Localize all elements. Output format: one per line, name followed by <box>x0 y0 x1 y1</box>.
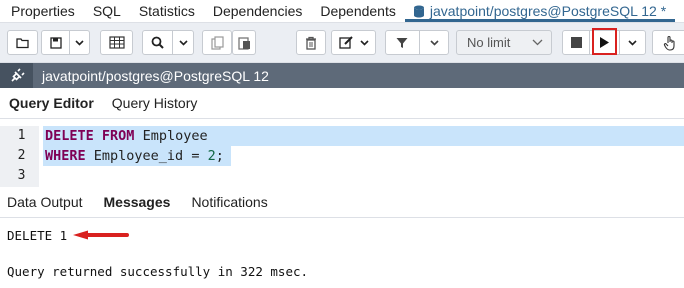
code-line-2[interactable]: WHERE Employee_id = 2; <box>43 146 231 166</box>
tab-sql[interactable]: SQL <box>84 0 130 22</box>
tab-query-editor[interactable]: Query Editor <box>0 95 103 111</box>
save-button-group[interactable] <box>41 30 90 55</box>
condition-text: Employee_id = <box>93 148 208 164</box>
line-number: 3 <box>17 168 26 183</box>
macros-button[interactable] <box>652 30 684 55</box>
tab-dependencies[interactable]: Dependencies <box>204 0 312 22</box>
save-dropdown-toggle[interactable] <box>69 31 89 54</box>
database-icon <box>413 5 424 18</box>
search-icon <box>151 36 164 49</box>
chevron-down-icon <box>360 39 369 46</box>
tab-notifications[interactable]: Notifications <box>184 194 274 210</box>
connection-label: javatpoint/postgres@PostgreSQL 12 <box>42 67 269 84</box>
query-tabs: Query Editor Query History <box>0 88 684 119</box>
find-button-group[interactable] <box>142 30 194 55</box>
open-file-button[interactable] <box>7 30 38 55</box>
folder-icon <box>15 37 29 48</box>
line-number-gutter: 1 2 3 <box>0 126 39 187</box>
tab-properties[interactable]: Properties <box>0 0 84 22</box>
tab-query-tool-label: javatpoint/postgres@PostgreSQL 12 * <box>429 3 667 19</box>
plug-icon <box>10 67 25 82</box>
edit-button-group[interactable] <box>331 30 376 55</box>
hand-icon <box>663 35 675 51</box>
filter-dropdown-toggle[interactable] <box>419 31 448 54</box>
table-name: Employee <box>142 128 208 144</box>
delete-icon <box>306 36 316 50</box>
panel-tab-bar: Properties SQL Statistics Dependencies D… <box>0 0 684 23</box>
tab-data-output[interactable]: Data Output <box>0 194 90 210</box>
query-toolbar: No limit <box>0 23 684 63</box>
paste-button[interactable] <box>232 30 256 55</box>
stop-button[interactable] <box>563 31 589 54</box>
tab-query-history[interactable]: Query History <box>103 95 207 111</box>
connection-status <box>0 63 33 88</box>
row-limit-value: No limit <box>467 35 511 50</box>
result-message: DELETE 1 <box>7 228 68 243</box>
tab-statistics[interactable]: Statistics <box>130 0 204 22</box>
tab-dependents[interactable]: Dependents <box>311 0 405 22</box>
keyword-delete: DELETE <box>45 128 94 144</box>
status-message: Query returned successfully in 322 msec. <box>7 264 309 279</box>
keyword-from: FROM <box>101 128 135 144</box>
paste-icon <box>237 36 250 50</box>
save-icon <box>50 36 62 49</box>
chevron-down-icon <box>429 39 439 46</box>
execute-button-highlight <box>592 28 617 55</box>
connection-bar[interactable]: javatpoint/postgres@PostgreSQL 12 <box>0 63 684 88</box>
chevron-down-icon <box>178 39 188 46</box>
row-limit-select[interactable]: No limit <box>456 30 552 55</box>
sql-editor[interactable]: 1 2 3 DELETE FROM Employee WHERE Employe… <box>0 119 684 187</box>
output-tabs: Data Output Messages Notifications <box>0 187 684 218</box>
find-grid-button[interactable] <box>100 30 133 55</box>
find-grid-icon <box>108 36 125 49</box>
code-line-1[interactable]: DELETE FROM Employee <box>43 126 684 146</box>
tab-query-tool[interactable]: javatpoint/postgres@PostgreSQL 12 * <box>404 0 676 22</box>
filter-icon <box>396 37 408 48</box>
filter-button-group[interactable] <box>385 30 449 55</box>
condition-value: 2 <box>207 148 216 164</box>
copy-icon <box>210 35 224 50</box>
chevron-down-icon <box>75 39 84 46</box>
keyword-where: WHERE <box>45 148 86 164</box>
find-dropdown-toggle[interactable] <box>172 31 193 54</box>
line-number: 1 <box>17 128 26 143</box>
edit-icon <box>339 36 353 49</box>
statement-terminator: ; <box>215 148 224 164</box>
delete-button[interactable] <box>296 30 326 55</box>
copy-button[interactable] <box>202 30 232 55</box>
tab-messages[interactable]: Messages <box>97 194 178 210</box>
line-number: 2 <box>17 148 26 163</box>
stop-icon <box>570 37 582 48</box>
chevron-down-icon <box>628 39 637 46</box>
chevron-down-icon <box>532 39 543 46</box>
execute-dropdown-toggle[interactable] <box>619 31 645 54</box>
annotation-arrow-icon <box>73 230 129 240</box>
